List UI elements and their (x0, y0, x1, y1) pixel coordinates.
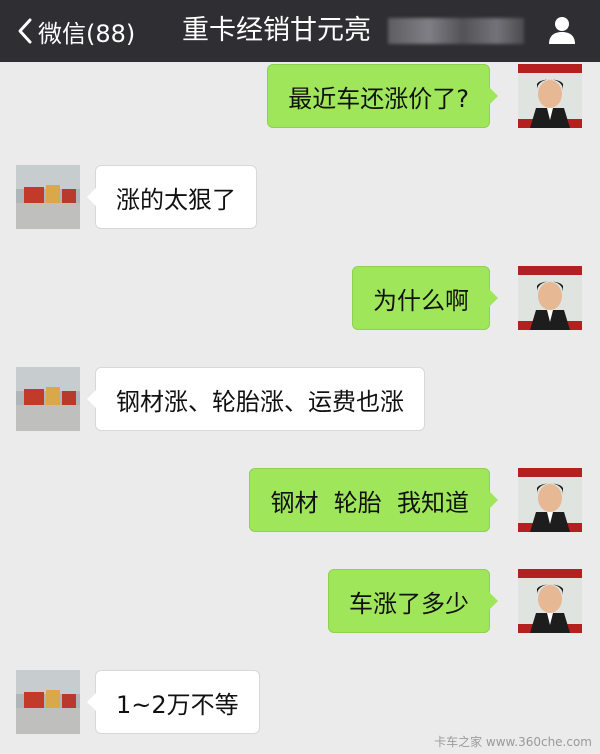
message-bubble-received[interactable]: 1~2万不等 (87, 670, 260, 734)
contact-profile-icon[interactable] (546, 14, 578, 46)
contact-avatar[interactable] (16, 165, 80, 229)
message-bubble-sent[interactable]: 车涨了多少 (328, 569, 498, 633)
message-text: 最近车还涨价了? (288, 84, 469, 113)
chat-area[interactable]: 最近车还涨价了? 涨的太狠了 为什么啊 钢材涨、轮胎涨、运费也涨 钢材 轮胎 我… (0, 62, 600, 754)
redacted-name (388, 18, 524, 44)
message-text: 车涨了多少 (349, 589, 469, 618)
my-avatar[interactable] (518, 266, 582, 330)
message-bubble-sent[interactable]: 最近车还涨价了? (267, 64, 498, 128)
contact-avatar[interactable] (16, 367, 80, 431)
contact-avatar[interactable] (16, 670, 80, 734)
message-bubble-received[interactable]: 涨的太狠了 (87, 165, 257, 229)
my-avatar[interactable] (518, 64, 582, 128)
message-text: 钢材 轮胎 我知道 (270, 488, 469, 517)
navigation-bar: 微信(88) 重卡经销甘元亮 (0, 0, 600, 62)
message-bubble-sent[interactable]: 钢材 轮胎 我知道 (249, 468, 498, 532)
message-text: 为什么啊 (373, 286, 469, 315)
back-label: 微信(88) (38, 19, 136, 48)
chat-title: 重卡经销甘元亮 (182, 15, 371, 46)
message-text: 涨的太狠了 (116, 185, 236, 214)
message-bubble-received[interactable]: 钢材涨、轮胎涨、运费也涨 (87, 367, 425, 431)
message-bubble-sent[interactable]: 为什么啊 (352, 266, 498, 330)
chevron-left-icon (12, 12, 38, 50)
my-avatar[interactable] (518, 468, 582, 532)
message-text: 钢材涨、轮胎涨、运费也涨 (116, 387, 404, 416)
back-button[interactable]: 微信(88) (12, 12, 135, 50)
my-avatar[interactable] (518, 569, 582, 633)
message-text: 1~2万不等 (116, 690, 239, 719)
watermark: 卡车之家 www.360che.com (434, 735, 592, 749)
